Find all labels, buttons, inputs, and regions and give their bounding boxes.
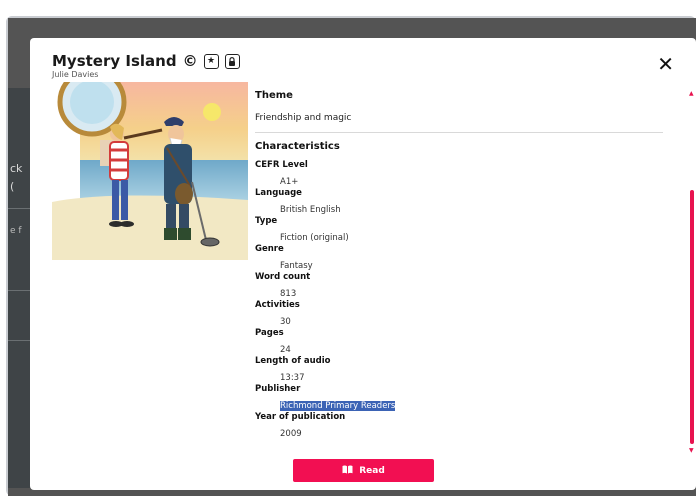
detail-value: 13:37 bbox=[280, 373, 305, 383]
copyright-icon: © bbox=[182, 52, 198, 70]
background-divider bbox=[8, 290, 30, 291]
detail-label: Activities bbox=[255, 300, 300, 310]
detail-label: Publisher bbox=[255, 384, 301, 394]
read-button[interactable]: Read bbox=[293, 459, 434, 482]
detail-value: 30 bbox=[280, 317, 291, 327]
theme-heading: Theme bbox=[255, 90, 293, 101]
detail-label: Pages bbox=[255, 328, 284, 338]
theme-text: Friendship and magic bbox=[255, 113, 352, 123]
detail-row-activities: Activities 30 bbox=[255, 300, 667, 328]
detail-value: Fiction (original) bbox=[280, 233, 349, 243]
detail-label: Genre bbox=[255, 244, 284, 254]
star-icon: ★ bbox=[203, 53, 219, 69]
scroll-down-arrow-icon[interactable]: ▼ bbox=[689, 447, 694, 454]
detail-label: CEFR Level bbox=[255, 160, 308, 170]
selected-text[interactable]: Richmond Primary Readers bbox=[280, 401, 396, 411]
detail-value: 813 bbox=[280, 289, 297, 299]
detail-value: Fantasy bbox=[280, 261, 313, 271]
detail-row-publisher: Publisher Richmond Primary Readers bbox=[255, 384, 667, 412]
detail-label: Year of publication bbox=[255, 412, 346, 422]
read-button-label: Read bbox=[359, 465, 385, 476]
background-divider bbox=[8, 208, 30, 209]
detail-row-word-count: Word count 813 bbox=[255, 272, 667, 300]
book-title-row: Mystery Island © ★ bbox=[52, 52, 240, 70]
detail-row-cefr: CEFR Level A1+ bbox=[255, 160, 667, 188]
details-scrollbar[interactable]: ▲ ▼ bbox=[689, 90, 694, 454]
close-icon[interactable]: ✕ bbox=[657, 54, 674, 74]
book-icon bbox=[342, 465, 353, 477]
background-text: e f bbox=[10, 226, 22, 236]
detail-row-pages: Pages 24 bbox=[255, 328, 667, 356]
detail-value: 2009 bbox=[280, 429, 302, 439]
detail-label: Word count bbox=[255, 272, 311, 282]
detail-label: Language bbox=[255, 188, 302, 198]
detail-value: A1+ bbox=[280, 177, 299, 187]
detail-label: Type bbox=[255, 216, 278, 226]
detail-row-type: Type Fiction (original) bbox=[255, 216, 667, 244]
detail-value: British English bbox=[280, 205, 341, 215]
book-cover-image bbox=[52, 82, 248, 260]
detail-row-audio-length: Length of audio 13:37 bbox=[255, 356, 667, 384]
characteristics-heading: Characteristics bbox=[255, 141, 340, 152]
detail-row-language: Language British English bbox=[255, 188, 667, 216]
book-details-panel[interactable]: Theme Friendship and magic Characteristi… bbox=[255, 90, 667, 454]
book-author: Julie Davies bbox=[52, 70, 99, 79]
background-text: ck bbox=[10, 162, 23, 175]
background-text: ( bbox=[10, 180, 15, 193]
background-divider bbox=[8, 340, 30, 341]
book-title: Mystery Island bbox=[52, 52, 177, 70]
scrollbar-thumb[interactable] bbox=[690, 190, 694, 444]
detail-label: Length of audio bbox=[255, 356, 331, 366]
detail-value: 24 bbox=[280, 345, 291, 355]
background-sidebar bbox=[8, 88, 30, 488]
book-details-modal: Mystery Island © ★ Julie Davies ✕ Theme … bbox=[30, 38, 696, 490]
divider bbox=[255, 132, 663, 133]
detail-row-genre: Genre Fantasy bbox=[255, 244, 667, 272]
detail-row-year: Year of publication 2009 bbox=[255, 412, 667, 440]
detail-value[interactable]: Richmond Primary Readers bbox=[255, 401, 667, 412]
scroll-up-arrow-icon[interactable]: ▲ bbox=[689, 90, 694, 97]
lock-icon bbox=[224, 53, 240, 69]
